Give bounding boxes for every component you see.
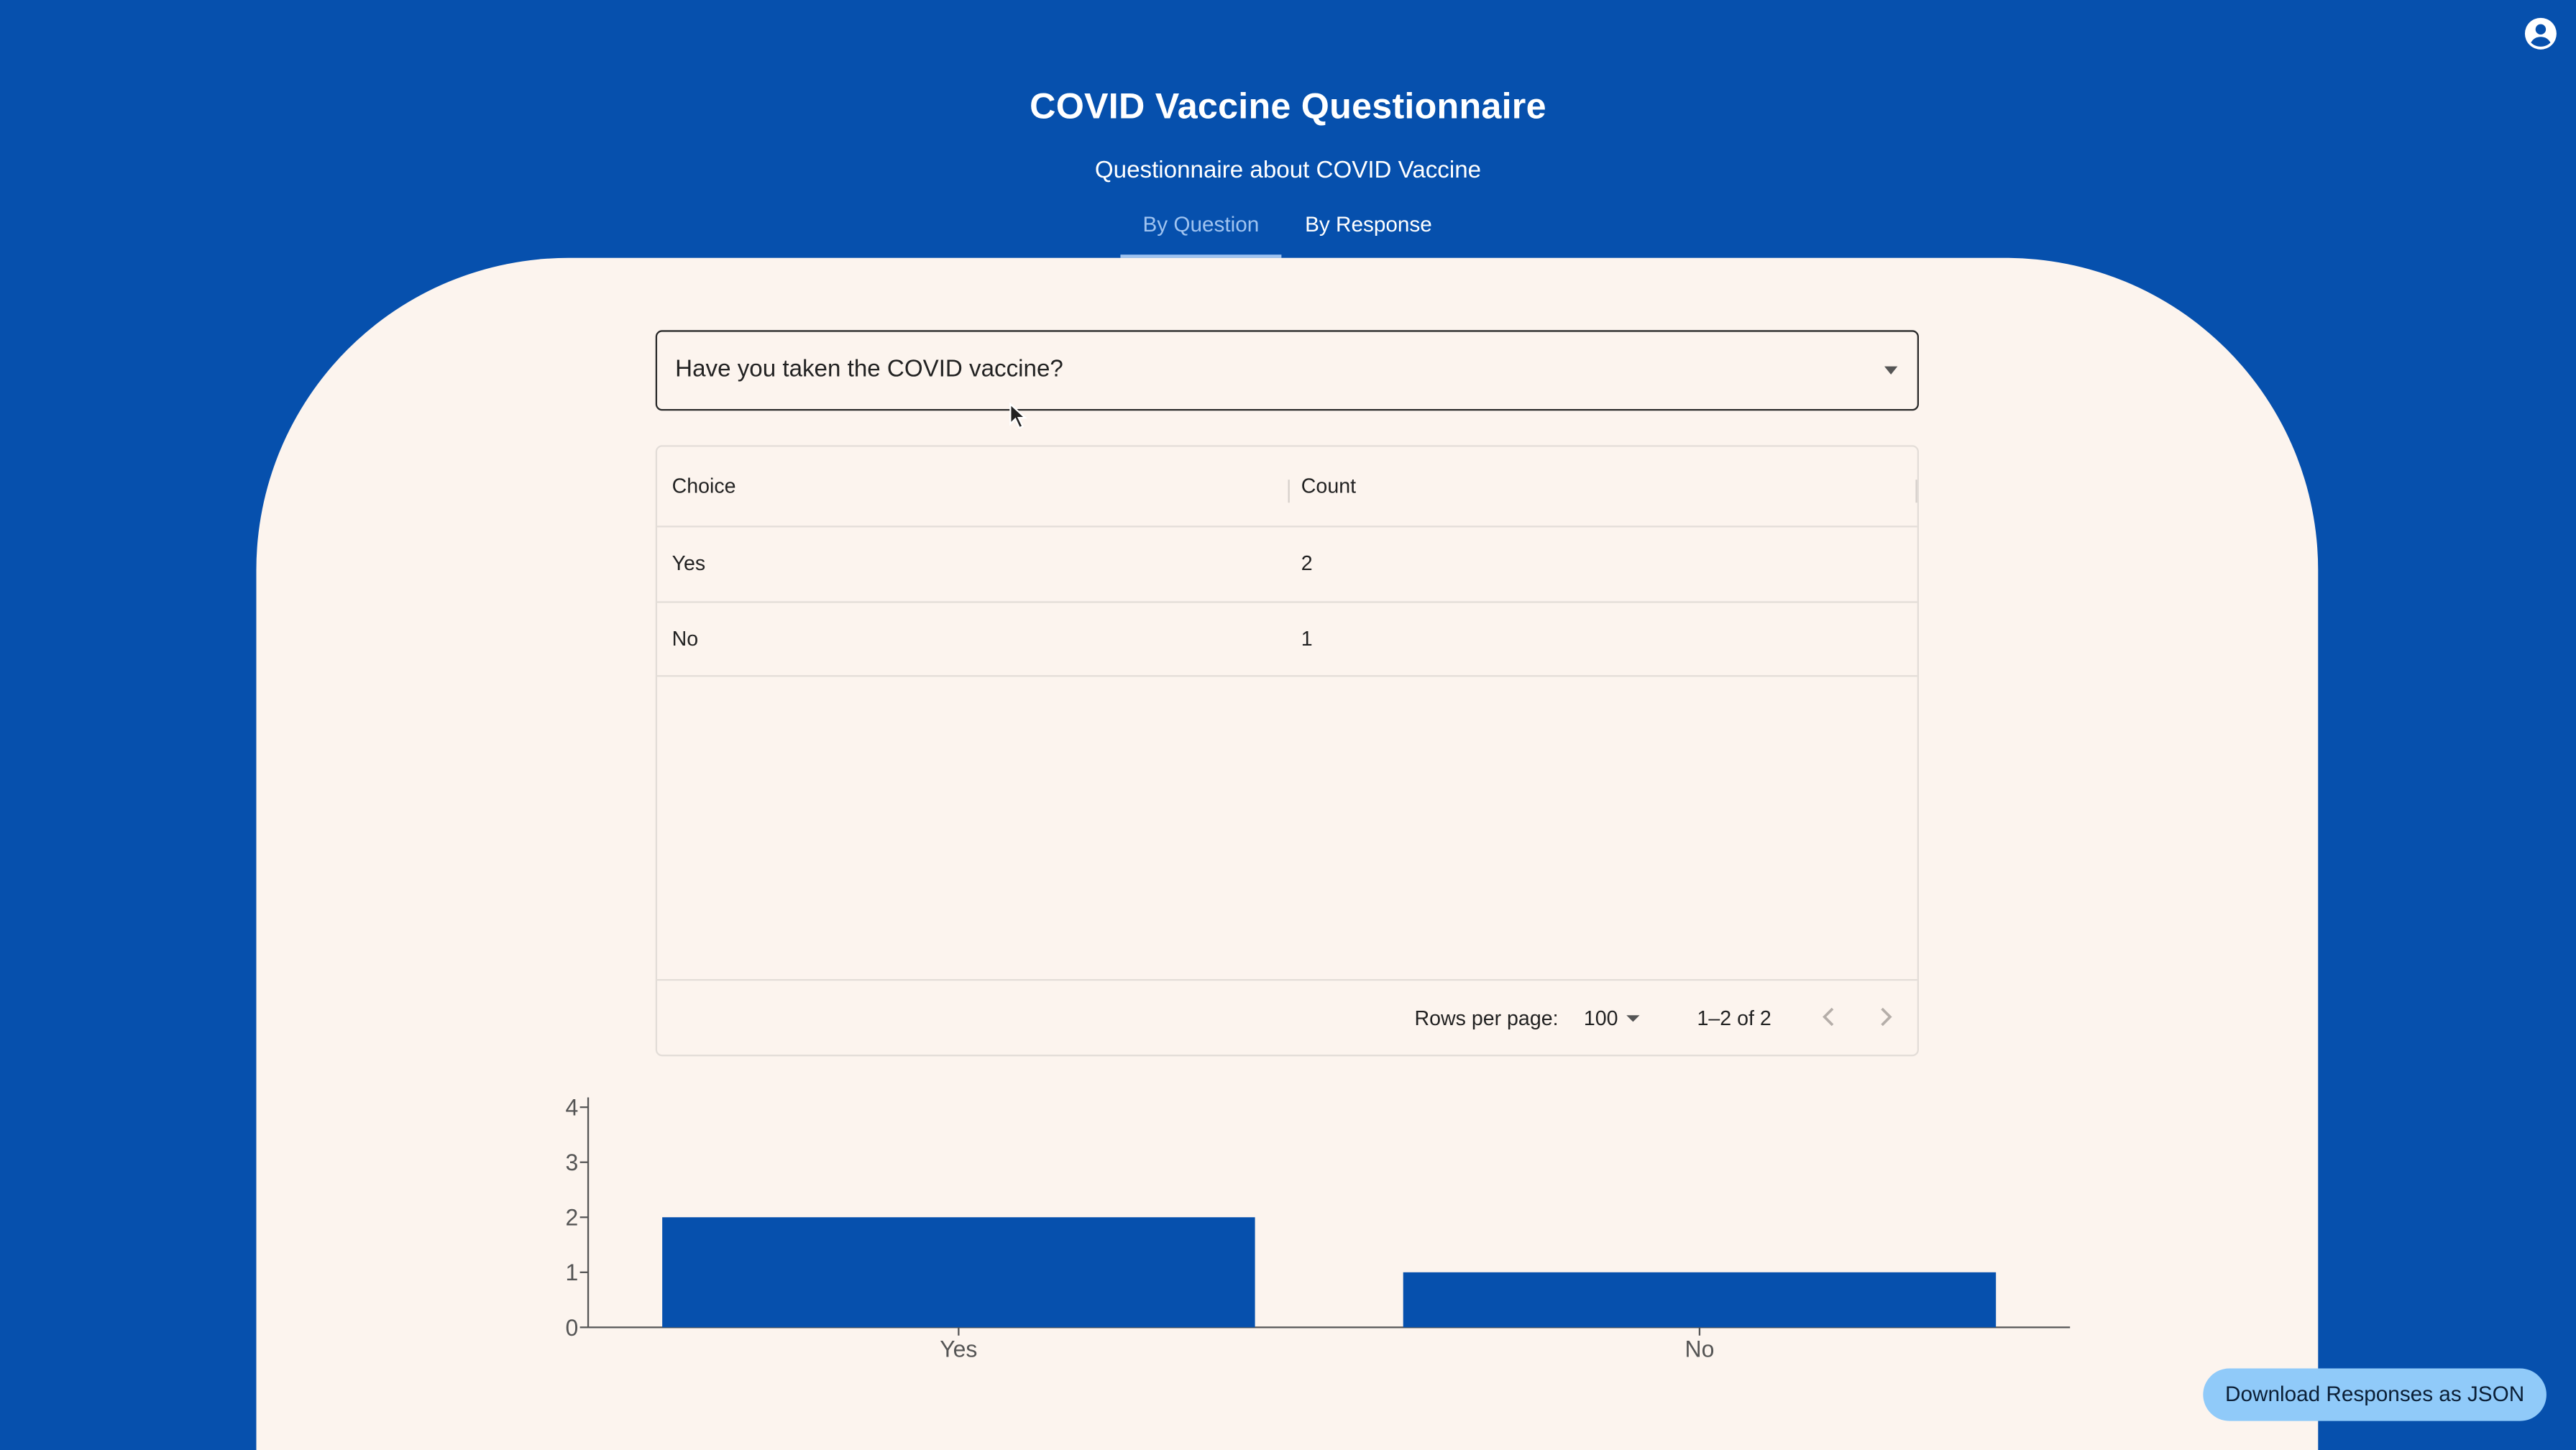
y-tick-label: 2 xyxy=(566,1205,579,1231)
previous-page-button[interactable] xyxy=(1812,1001,1845,1034)
account-circle-icon[interactable] xyxy=(2524,17,2558,51)
responses-bar-chart: 0 1 2 3 4 Yes No xyxy=(566,1095,2071,1362)
cell-count: 1 xyxy=(1301,627,1313,651)
column-header-count[interactable]: Count xyxy=(1301,474,1356,497)
column-header-choice[interactable]: Choice xyxy=(672,474,736,497)
rows-per-page-select[interactable]: 100 xyxy=(1577,999,1650,1038)
chart-bar xyxy=(1403,1272,1997,1328)
question-select-value: Have you taken the COVID vaccine? xyxy=(675,356,1063,383)
rows-per-page-label: Rows per page: xyxy=(1414,1006,1559,1030)
page-title: COVID Vaccine Questionnaire xyxy=(1030,85,1546,127)
responses-table: Choice Count Yes 2 No 1 Rows per page: 1… xyxy=(655,445,1919,1057)
page-subtitle: Questionnaire about COVID Vaccine xyxy=(1094,157,1482,184)
x-tick-label: Yes xyxy=(940,1336,977,1362)
mouse-cursor-icon xyxy=(1009,402,1027,429)
y-tick-label: 0 xyxy=(566,1315,579,1341)
cell-count: 2 xyxy=(1301,551,1313,575)
column-separator[interactable] xyxy=(1915,479,1917,503)
divider xyxy=(657,978,1917,981)
y-tick-label: 4 xyxy=(566,1095,579,1121)
tab-by-response[interactable]: By Response xyxy=(1291,210,1446,257)
cell-choice: No xyxy=(671,627,699,651)
column-separator[interactable] xyxy=(1288,479,1290,503)
chart-bar xyxy=(662,1217,1255,1328)
chevron-down-icon xyxy=(1884,366,1898,375)
divider xyxy=(657,675,1917,677)
question-select[interactable]: Have you taken the COVID vaccine? xyxy=(655,330,1919,411)
download-json-button[interactable]: Download Responses as JSON xyxy=(2203,1368,2547,1421)
next-page-button[interactable] xyxy=(1869,1001,1902,1034)
tab-by-question[interactable]: By Question xyxy=(1120,210,1281,257)
x-tick-label: No xyxy=(1685,1336,1714,1362)
chevron-down-icon xyxy=(1626,1015,1640,1022)
cell-choice: Yes xyxy=(671,551,706,575)
pagination-range: 1–2 of 2 xyxy=(1697,1006,1771,1030)
table-row[interactable]: No 1 xyxy=(657,603,1917,677)
rows-per-page-value: 100 xyxy=(1583,1006,1618,1030)
table-row[interactable]: Yes 2 xyxy=(657,528,1917,602)
y-tick-label: 1 xyxy=(566,1259,579,1285)
y-tick-label: 3 xyxy=(566,1150,579,1175)
